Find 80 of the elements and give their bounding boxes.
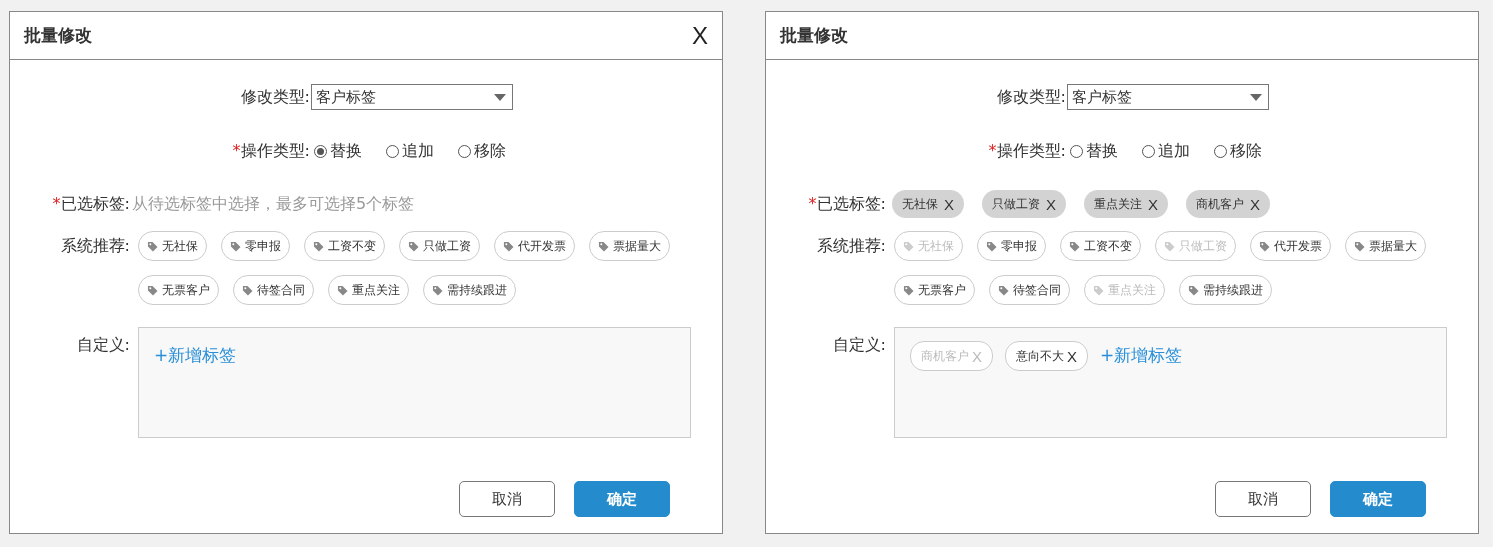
remove-button[interactable]: X xyxy=(1067,347,1078,365)
tag-icon xyxy=(1164,240,1175,252)
tag-icon xyxy=(986,240,997,252)
tag-icon xyxy=(1354,240,1365,252)
confirm-button[interactable]: 确定 xyxy=(574,481,670,517)
tag-label: 重点关注 xyxy=(1094,195,1143,213)
tag-chip[interactable]: 待签合同 xyxy=(989,275,1070,305)
field-label: 操作类型: xyxy=(996,140,1066,162)
tag-chip[interactable]: 只做工资 xyxy=(399,231,480,261)
field-label: 修改类型: xyxy=(996,86,1066,108)
radio-option[interactable]: 移除 xyxy=(458,140,506,162)
caret-icon xyxy=(1250,93,1262,101)
tag-icon xyxy=(408,240,419,252)
radio-option[interactable]: 追加 xyxy=(386,140,434,162)
tag-chip[interactable]: 无票客户 xyxy=(894,275,975,305)
remove-button[interactable]: X xyxy=(944,195,954,213)
field-label: 修改类型: xyxy=(240,86,310,108)
tag-chip[interactable]: 工资不变 xyxy=(1060,231,1141,261)
tag-label: 意向不大 xyxy=(1016,347,1064,365)
tag-chip[interactable]: 票据量大 xyxy=(1345,231,1426,261)
tag-chip[interactable]: 代开发票 xyxy=(1250,231,1331,261)
field-label: 自定义: xyxy=(832,335,886,356)
remove-button[interactable]: X xyxy=(1250,195,1261,213)
tag-icon xyxy=(147,240,158,252)
tag-label: 商机客户 xyxy=(921,347,969,365)
tag-icon xyxy=(503,240,514,252)
tag-chip[interactable]: 代开发票 xyxy=(494,231,575,261)
cancel-button[interactable]: 取消 xyxy=(459,481,555,517)
field-label: 自定义: xyxy=(76,335,130,356)
field-label: 操作类型: xyxy=(240,140,310,162)
tag-chip[interactable]: 无社保 xyxy=(138,231,207,261)
placeholder-text: 从待选标签中选择，最多可选择5个标签 xyxy=(132,193,415,215)
field-label: 已选标签: xyxy=(60,193,130,215)
tag-icon xyxy=(1188,284,1199,296)
dialog-title: 批量修改 xyxy=(24,24,92,47)
confirm-button[interactable]: 确定 xyxy=(1330,481,1426,517)
tag-chip[interactable]: 零申报 xyxy=(977,231,1046,261)
tag-chip[interactable]: 需持续跟进 xyxy=(1179,275,1272,305)
close-button[interactable]: X xyxy=(692,21,708,50)
tag-icon xyxy=(242,284,253,296)
tag-icon xyxy=(903,284,914,296)
type-dropdown[interactable]: 客户标签 xyxy=(311,84,513,110)
tag-label: 只做工资 xyxy=(992,195,1040,213)
tag-icon xyxy=(230,240,241,252)
tag-icon xyxy=(1259,240,1270,252)
tag-label: 无社保 xyxy=(902,195,938,213)
required-mark: * xyxy=(988,140,997,162)
cancel-button[interactable]: 取消 xyxy=(1215,481,1311,517)
tag-icon xyxy=(337,284,348,296)
tag-icon xyxy=(1069,240,1080,252)
tag-icon xyxy=(432,284,443,296)
tag-icon xyxy=(903,240,914,252)
remove-button[interactable]: X xyxy=(1046,195,1057,213)
tag-icon xyxy=(598,240,609,252)
type-dropdown[interactable]: 客户标签 xyxy=(1067,84,1269,110)
tag-label: 商机客户 xyxy=(1196,195,1245,213)
remove-button[interactable]: X xyxy=(1148,195,1159,213)
tag-chip[interactable]: 工资不变 xyxy=(304,231,385,261)
tag-icon xyxy=(998,284,1009,296)
required-mark: * xyxy=(52,193,61,215)
tag-icon xyxy=(1093,284,1104,296)
tag-icon xyxy=(313,240,324,252)
radio-option[interactable]: 移除 xyxy=(1214,140,1262,162)
tag-chip[interactable]: 票据量大 xyxy=(589,231,670,261)
tag-chip[interactable]: 零申报 xyxy=(221,231,290,261)
radio-option[interactable]: 追加 xyxy=(1142,140,1190,162)
tag-chip[interactable]: 待签合同 xyxy=(233,275,314,305)
tag-chip[interactable]: 无票客户 xyxy=(138,275,219,305)
tag-chip[interactable]: 需持续跟进 xyxy=(423,275,516,305)
tag-icon xyxy=(147,284,158,296)
field-label: 系统推荐: xyxy=(816,236,886,257)
field-label: 系统推荐: xyxy=(60,236,130,257)
field-label: 已选标签: xyxy=(816,193,886,215)
radio-option[interactable]: 替换 xyxy=(1070,140,1118,162)
caret-icon xyxy=(494,93,506,101)
required-mark: * xyxy=(808,193,817,215)
dialog-title: 批量修改 xyxy=(780,24,848,47)
tag-chip[interactable]: 重点关注 xyxy=(328,275,409,305)
required-mark: * xyxy=(232,140,241,162)
radio-option[interactable]: 替换 xyxy=(314,140,362,162)
